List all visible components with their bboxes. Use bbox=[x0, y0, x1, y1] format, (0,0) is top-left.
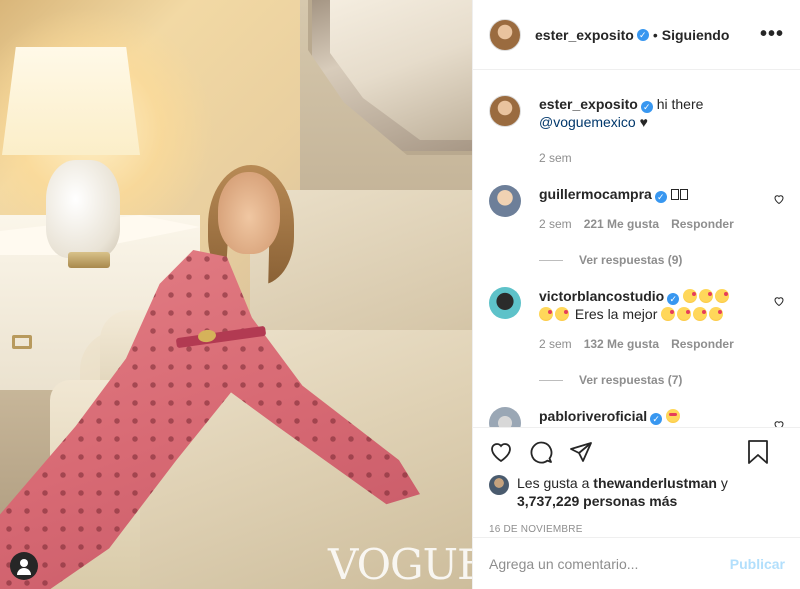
comment-item: guillermocampra ✓ 2 sem 221 Me gusta Respon… bbox=[489, 185, 785, 269]
replies-line bbox=[539, 379, 563, 381]
vogue-watermark: VOGUE bbox=[328, 540, 472, 589]
share-icon[interactable] bbox=[569, 440, 593, 464]
heart-eyes-emoji-icon bbox=[666, 408, 682, 424]
verified-badge-icon: ✓ bbox=[650, 413, 663, 425]
following-button[interactable]: Siguiendo bbox=[662, 27, 730, 43]
comment-meta: 2 sem 221 Me gusta Responder bbox=[539, 215, 734, 233]
author-username[interactable]: ester_exposito bbox=[535, 27, 634, 43]
verified-badge-icon: ✓ bbox=[640, 101, 653, 113]
comment-username[interactable]: pabloriveroficial bbox=[539, 408, 647, 424]
separator-dot: • bbox=[652, 26, 658, 43]
comment-meta: 2 sem 132 Me gusta Responder bbox=[539, 335, 734, 353]
comment-username[interactable]: victorblancostudio bbox=[539, 288, 664, 304]
likes-count[interactable]: 3,737,229 personas más bbox=[517, 493, 677, 509]
comment-time[interactable]: 2 sem bbox=[539, 217, 572, 231]
kiss-emoji-icon bbox=[661, 306, 725, 322]
likes-conj: y bbox=[720, 475, 728, 491]
lamp-foot bbox=[68, 252, 110, 268]
reply-button[interactable]: Responder bbox=[671, 217, 734, 231]
verified-badge-icon: ✓ bbox=[636, 28, 649, 41]
post-header: ester_exposito ✓ • Siguiendo ••• bbox=[473, 0, 800, 70]
comment-text-glyphs bbox=[670, 186, 689, 202]
post-actions: Les gusta a thewanderlustman y 3,737,229… bbox=[473, 427, 800, 535]
model-head bbox=[218, 172, 280, 254]
caption-text: hi there bbox=[656, 96, 704, 112]
bookmark-icon[interactable] bbox=[747, 440, 769, 464]
lamp-base bbox=[46, 160, 120, 258]
replies-line bbox=[539, 259, 563, 261]
comment-icon[interactable] bbox=[529, 440, 553, 464]
lampshade bbox=[2, 47, 140, 155]
caption-time[interactable]: 2 sem bbox=[539, 149, 703, 167]
likes-prefix: Les gusta a bbox=[517, 475, 590, 491]
comment-likes[interactable]: 221 Me gusta bbox=[584, 217, 659, 231]
view-replies-button[interactable]: Ver respuestas (9) bbox=[539, 251, 734, 269]
action-icons bbox=[489, 428, 785, 476]
avatar[interactable] bbox=[489, 475, 509, 495]
comment-input[interactable] bbox=[489, 555, 730, 572]
avatar[interactable] bbox=[489, 95, 521, 127]
view-replies-button[interactable]: Ver respuestas (7) bbox=[539, 371, 734, 389]
like-comment-icon[interactable] bbox=[773, 295, 785, 307]
verified-badge-icon: ✓ bbox=[667, 293, 680, 305]
comment-text: Eres la mejor bbox=[574, 306, 658, 322]
like-comment-icon[interactable] bbox=[773, 419, 785, 427]
view-replies-label: Ver respuestas (9) bbox=[579, 253, 683, 267]
post-dialog: VOGUE ester_exposito ✓ • Siguiendo ••• e… bbox=[0, 0, 800, 589]
add-comment-bar: Publicar bbox=[473, 537, 800, 589]
like-comment-icon[interactable] bbox=[773, 193, 785, 205]
drawer-handle bbox=[12, 335, 32, 349]
kiss-emoji-icon bbox=[683, 288, 731, 304]
caption: ester_exposito ✓ hi there @voguemexico ♥ … bbox=[489, 95, 785, 167]
avatar[interactable] bbox=[489, 185, 521, 217]
comment-item: victorblancostudio ✓ Eres la mejor 2 sem 1… bbox=[489, 287, 785, 389]
caption-username[interactable]: ester_exposito bbox=[539, 96, 638, 112]
avatar[interactable] bbox=[489, 407, 521, 427]
like-heart-icon[interactable] bbox=[489, 440, 513, 464]
likes-summary: Les gusta a thewanderlustman y 3,737,229… bbox=[489, 474, 785, 510]
caption-heart: ♥ bbox=[639, 114, 648, 130]
caption-mention-link[interactable]: @voguemexico bbox=[539, 114, 636, 130]
tagged-user-icon[interactable] bbox=[10, 552, 38, 580]
publish-button[interactable]: Publicar bbox=[730, 556, 785, 572]
view-replies-label: Ver respuestas (7) bbox=[579, 373, 683, 387]
comment-item: pabloriveroficial ✓ bbox=[489, 407, 785, 427]
comment-time[interactable]: 2 sem bbox=[539, 337, 572, 351]
verified-badge-icon: ✓ bbox=[654, 191, 667, 203]
avatar[interactable] bbox=[489, 18, 521, 51]
post-date[interactable]: 16 DE NOVIEMBRE bbox=[489, 524, 785, 535]
comment-username[interactable]: guillermocampra bbox=[539, 186, 652, 202]
comments-list[interactable]: ester_exposito ✓ hi there @voguemexico ♥ … bbox=[473, 71, 800, 427]
post-photo[interactable]: VOGUE bbox=[0, 0, 472, 589]
more-options-icon[interactable]: ••• bbox=[760, 24, 784, 44]
comment-likes[interactable]: 132 Me gusta bbox=[584, 337, 659, 351]
kiss-emoji-icon bbox=[539, 306, 571, 322]
liker-username[interactable]: thewanderlustman bbox=[593, 475, 717, 491]
avatar[interactable] bbox=[489, 287, 521, 319]
post-sidebar: ester_exposito ✓ • Siguiendo ••• ester_e… bbox=[472, 0, 800, 589]
reply-button[interactable]: Responder bbox=[671, 337, 734, 351]
